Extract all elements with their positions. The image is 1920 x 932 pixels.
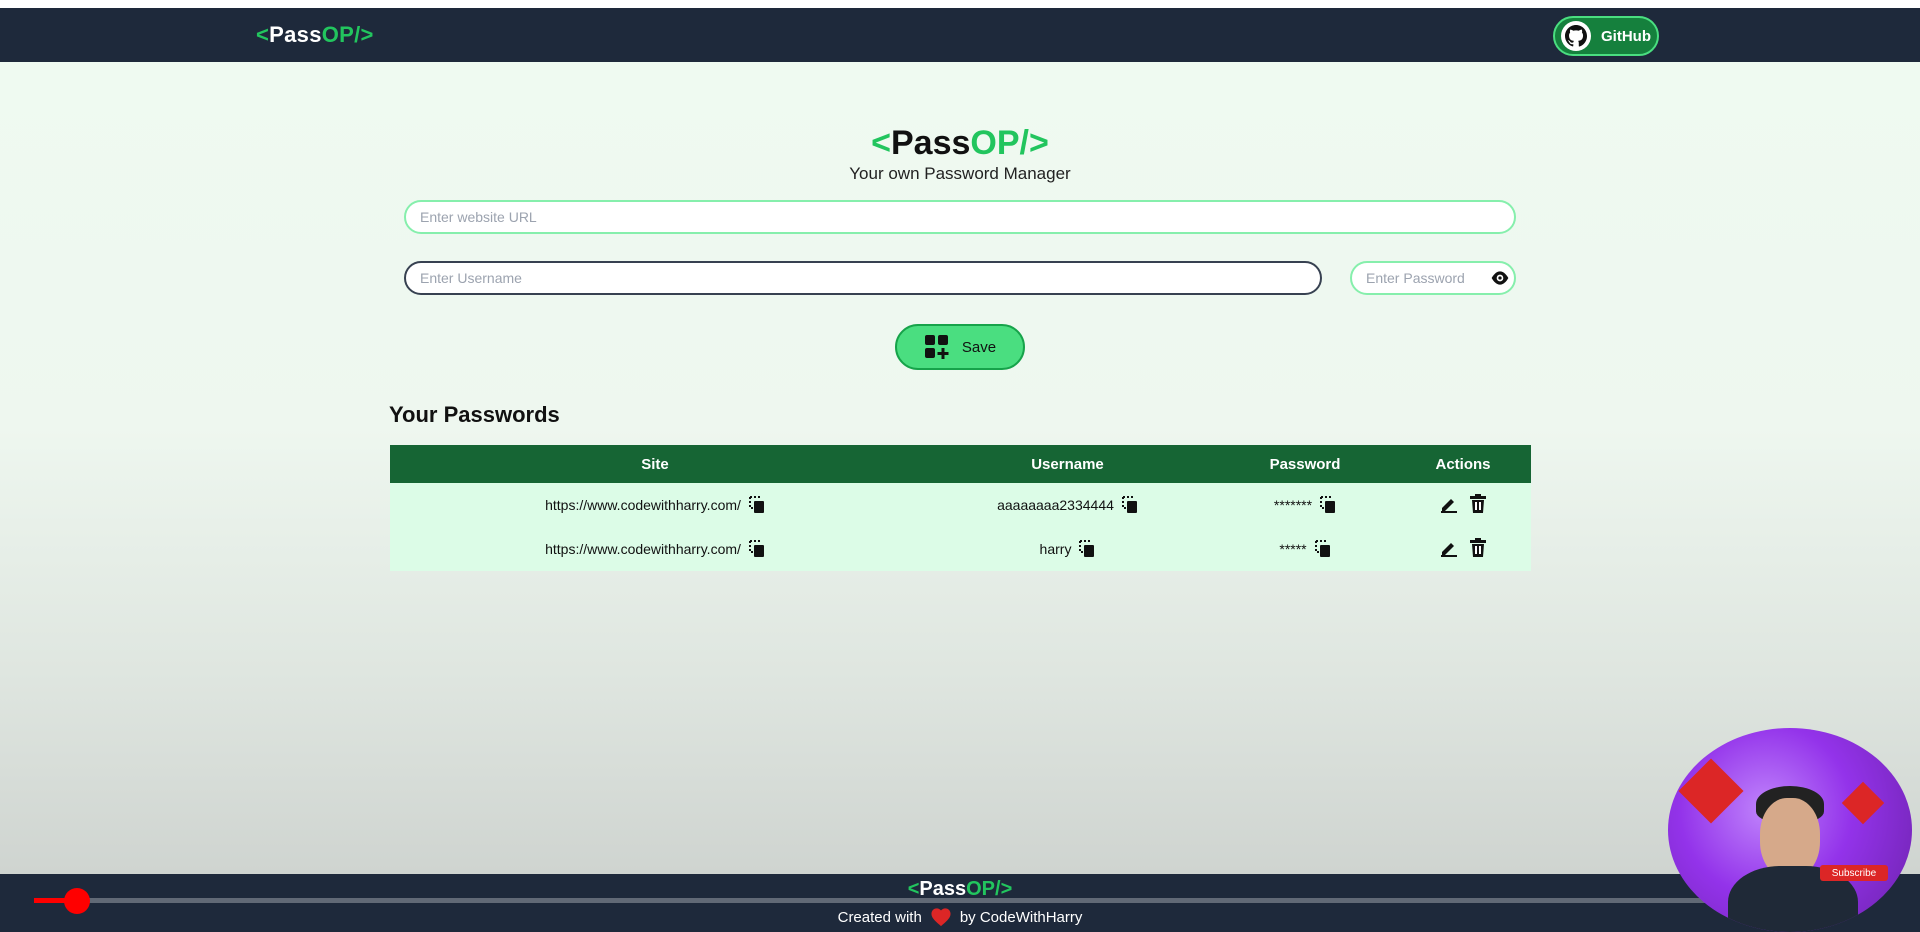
add-grid-icon <box>924 335 949 359</box>
by-author-text: by CodeWithHarry <box>959 908 1083 926</box>
nav-logo[interactable]: <PassOP/> <box>256 22 374 48</box>
copy-icon[interactable] <box>1314 540 1331 558</box>
copy-icon[interactable] <box>748 496 765 514</box>
video-progress-track[interactable] <box>34 898 1874 903</box>
col-username: Username <box>1031 455 1104 473</box>
footer-logo-pass: Pass <box>919 878 967 900</box>
github-icon <box>1561 21 1591 51</box>
created-with-text: Created with <box>837 908 922 926</box>
footer: <PassOP/> Created with by CodeWithHarry <box>0 874 1920 932</box>
hero-logo-bracket: < <box>871 124 891 162</box>
logo-bracket: < <box>256 22 270 47</box>
passwords-title: Your Passwords <box>389 402 560 427</box>
hero-subtitle: Your own Password Manager <box>849 164 1071 183</box>
copy-icon[interactable] <box>1121 496 1138 514</box>
col-actions: Actions <box>1435 455 1491 473</box>
table-row: https://www.codewithharry.com/ aaaaaaaa2… <box>390 483 1531 527</box>
wall-decoration <box>1841 781 1885 825</box>
footer-credit: Created with by CodeWithHarry <box>0 907 1920 927</box>
webcam-overlay <box>1668 728 1912 932</box>
password-cell: ***** <box>1279 541 1307 557</box>
website-url-input[interactable] <box>404 200 1516 234</box>
save-button[interactable]: Save <box>895 324 1025 370</box>
footer-logo-bracket: < <box>907 878 920 900</box>
edit-icon[interactable] <box>1439 494 1459 514</box>
github-button[interactable]: GitHub <box>1553 16 1659 56</box>
eye-icon[interactable] <box>1490 269 1510 287</box>
col-password: Password <box>1269 455 1341 473</box>
site-cell: https://www.codewithharry.com/ <box>545 541 741 557</box>
copy-icon[interactable] <box>1320 496 1336 514</box>
subscribe-badge[interactable]: Subscribe <box>1820 865 1888 881</box>
copy-icon[interactable] <box>1079 540 1095 558</box>
video-progress-knob[interactable] <box>64 888 90 914</box>
top-strip <box>0 0 1920 8</box>
username-cell: aaaaaaaa2334444 <box>997 497 1114 513</box>
table-header-row: Site Username Password Actions <box>390 445 1531 483</box>
col-site: Site <box>641 455 669 473</box>
hero-logo: <PassOP/> <box>0 124 1920 163</box>
copy-icon[interactable] <box>748 540 765 558</box>
table-row: https://www.codewithharry.com/ harry ***… <box>390 527 1531 571</box>
save-label: Save <box>961 338 997 356</box>
username-input[interactable] <box>404 261 1322 295</box>
username-cell: harry <box>1039 541 1072 557</box>
github-label: GitHub <box>1601 27 1651 45</box>
hero-logo-pass: Pass <box>891 124 971 162</box>
hero-logo-op: OP/> <box>970 124 1049 162</box>
site-cell: https://www.codewithharry.com/ <box>545 497 741 513</box>
password-cell: ******* <box>1273 497 1313 513</box>
edit-icon[interactable] <box>1439 538 1459 558</box>
delete-icon[interactable] <box>1469 493 1487 514</box>
navbar: <PassOP/> GitHub <box>0 8 1920 62</box>
passwords-table: Site Username Password Actions https://w… <box>390 445 1531 571</box>
footer-logo-op: OP/> <box>966 878 1013 900</box>
logo-pass: Pass <box>269 22 322 47</box>
heart-icon <box>931 908 951 927</box>
delete-icon[interactable] <box>1469 537 1487 558</box>
logo-op: OP/> <box>321 22 374 47</box>
main-content: <PassOP/> Your own Password Manager Save… <box>0 62 1920 874</box>
